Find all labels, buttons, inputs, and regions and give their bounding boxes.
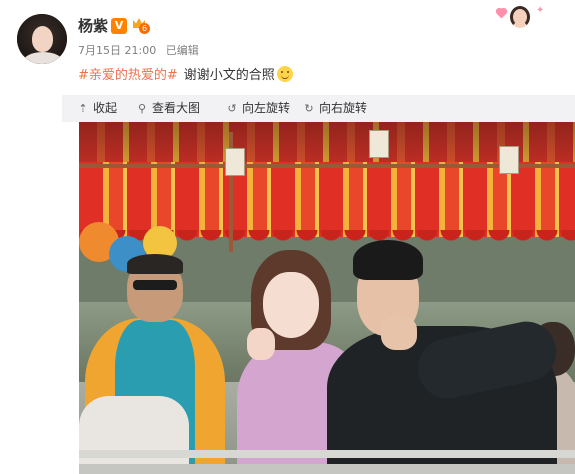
post-header: 杨紫 V 6 7月15日 21:00 已编辑 #亲爱的热爱的# 谢谢小文的合照 ✦	[0, 0, 575, 95]
hair	[353, 240, 423, 280]
post-photo[interactable]	[79, 122, 575, 474]
hanging-tag	[369, 130, 389, 158]
hanging-tag	[499, 146, 519, 174]
pointing-hand	[381, 316, 417, 350]
post-date[interactable]: 7月15日 21:00	[78, 44, 156, 57]
sparkle-icon: ✦	[536, 5, 545, 16]
boat-seat	[79, 396, 189, 474]
hashtag-link[interactable]: #亲爱的热爱的#	[78, 68, 178, 83]
cap	[127, 254, 183, 274]
rotate-left-button[interactable]: ↺ 向左旋转	[225, 95, 290, 122]
user-name[interactable]: 杨紫	[78, 17, 108, 35]
post-text: #亲爱的热爱的# 谢谢小文的合照	[78, 66, 293, 85]
boat-rail	[79, 450, 575, 458]
rotate-right-icon: ↻	[304, 102, 314, 115]
boat-rail-lower	[79, 464, 575, 474]
view-large-button[interactable]: ⚲ 查看大图	[135, 95, 200, 122]
edited-label[interactable]: 已编辑	[166, 44, 199, 57]
post-meta: 7月15日 21:00 已编辑	[78, 44, 205, 58]
collapse-button[interactable]: ⇡ 收起	[76, 95, 117, 122]
smile-emoji-icon	[276, 66, 293, 82]
hanging-tag	[225, 148, 245, 176]
heart-icon	[496, 8, 507, 19]
peace-sign-hand	[247, 328, 275, 360]
arrow-up-icon: ⇡	[78, 102, 88, 115]
face	[263, 272, 319, 338]
sunglasses	[133, 280, 177, 290]
rotate-left-icon: ↺	[227, 102, 237, 115]
image-toolbar: ⇡ 收起 ⚲ 查看大图 ↺ 向左旋转 ↻ 向右旋转	[62, 95, 575, 122]
avatar-face	[32, 26, 53, 52]
rotate-right-button[interactable]: ↻ 向右旋转	[302, 95, 367, 122]
magnifier-icon: ⚲	[137, 102, 147, 115]
post-body-text: 谢谢小文的合照	[183, 68, 275, 83]
collapse-label: 收起	[93, 101, 118, 115]
verified-v-icon: V	[111, 18, 127, 34]
rotate-left-label: 向左旋转	[242, 101, 291, 115]
avatar[interactable]	[17, 14, 67, 64]
decorative-sticker: ✦	[494, 2, 546, 32]
vip-level: 6	[139, 23, 150, 34]
rotate-right-label: 向右旋转	[319, 101, 368, 115]
person-right-man	[327, 240, 562, 474]
view-large-label: 查看大图	[152, 101, 201, 115]
vip-crown-icon[interactable]: 6	[131, 17, 151, 35]
sticker-face	[510, 6, 530, 28]
